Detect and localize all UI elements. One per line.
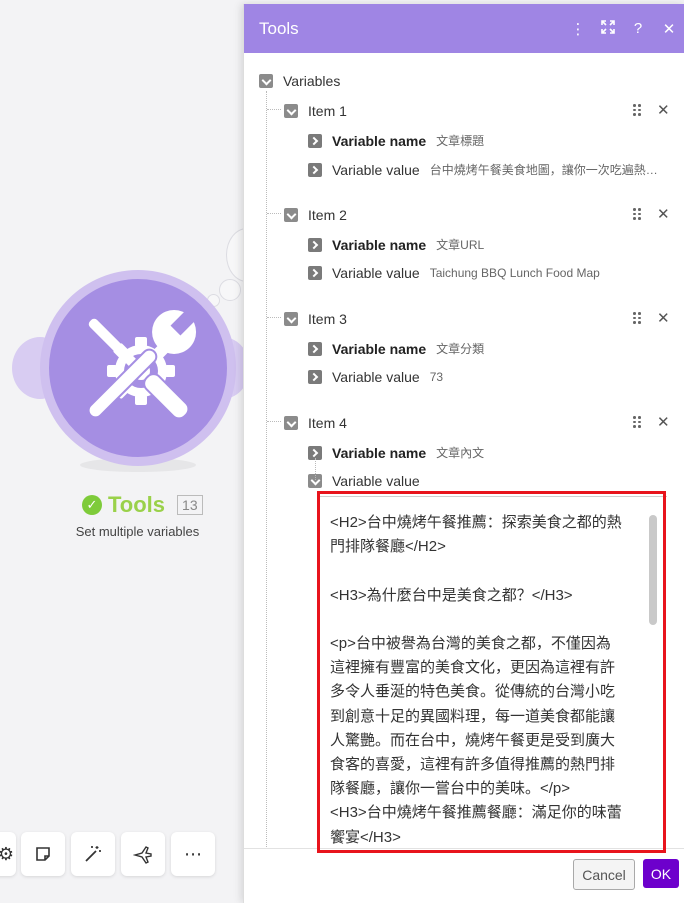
remove-item-icon[interactable]: ✕ (657, 205, 670, 223)
variable-name-label: Variable name (332, 132, 427, 149)
item-2-name-row[interactable]: Variable name 文章URL (308, 236, 678, 253)
expand-icon (308, 162, 322, 177)
module-number-badge: 13 (177, 495, 203, 515)
tree-line (266, 91, 267, 849)
item-4-name-row[interactable]: Variable name 文章內文 (308, 444, 678, 461)
expand-icon[interactable] (593, 19, 623, 38)
explain-flow-button[interactable] (121, 832, 165, 876)
ok-button[interactable]: OK (643, 859, 679, 888)
variable-name-value: 文章標題 (436, 134, 485, 148)
item-1-toggle[interactable]: Item 1 (284, 103, 347, 119)
collapse-icon (284, 208, 298, 222)
check-icon: ✓ (82, 495, 102, 515)
item-label: Item 3 (308, 311, 347, 327)
tools-module-core[interactable] (49, 279, 227, 457)
item-label: Item 2 (308, 207, 347, 223)
remove-item-icon[interactable]: ✕ (657, 413, 670, 431)
module-name: Tools (108, 492, 166, 517)
more-button[interactable]: ⋯ (171, 832, 215, 876)
item-2-toggle[interactable]: Item 2 (284, 207, 347, 223)
variable-value: 73 (429, 370, 444, 384)
remove-item-icon[interactable]: ✕ (657, 101, 670, 119)
magic-wand-icon (85, 846, 101, 862)
item-3-name-row[interactable]: Variable name 文章分類 (308, 340, 678, 357)
note-icon (36, 847, 50, 861)
item-1-value-row[interactable]: Variable value 台中燒烤午餐美食地圖，讓你一次吃遍熱門排隊餐廳 (308, 161, 678, 178)
collapse-icon (284, 416, 298, 430)
item-3-value-row[interactable]: Variable value 73 (308, 369, 678, 385)
settings-icon: ⚙ (0, 843, 15, 864)
highlight-annotation (317, 491, 666, 853)
panel-header: Tools ⋮ ? ✕ (244, 4, 684, 53)
variable-name-label: Variable name (332, 236, 427, 253)
cancel-button[interactable]: Cancel (573, 859, 635, 890)
toolbar-button-partial[interactable]: ⚙ (0, 832, 16, 876)
item-4-toggle[interactable]: Item 4 (284, 415, 347, 431)
tree-branch (267, 421, 281, 422)
variable-value-label: Variable value (332, 473, 420, 489)
thought-bubble-small (219, 279, 241, 301)
drag-handle-icon[interactable] (633, 416, 643, 428)
more-icon: ⋯ (184, 843, 202, 864)
variable-name-label: Variable name (332, 340, 427, 357)
expand-icon (308, 370, 322, 384)
item-1-name-row[interactable]: Variable name 文章標題 (308, 132, 678, 149)
airplane-icon (133, 846, 152, 864)
item-label: Item 4 (308, 415, 347, 431)
kebab-menu-icon[interactable]: ⋮ (563, 20, 593, 38)
variable-value-label: Variable value (332, 161, 420, 178)
variable-name-value: 文章內文 (436, 446, 485, 460)
variable-value: Taichung BBQ Lunch Food Map (429, 266, 600, 280)
variables-label: Variables (283, 73, 341, 89)
panel-title: Tools (259, 18, 299, 38)
auto-align-button[interactable] (71, 832, 115, 876)
collapse-icon (284, 312, 298, 326)
item-2-value-row[interactable]: Variable value Taichung BBQ Lunch Food M… (308, 265, 678, 281)
tree-line (315, 458, 316, 480)
variable-value-label: Variable value (332, 265, 420, 281)
help-icon[interactable]: ? (623, 20, 653, 37)
expand-icon (308, 237, 322, 252)
variable-name-value: 文章分類 (436, 342, 485, 356)
expand-icon (308, 266, 322, 280)
item-label: Item 1 (308, 103, 347, 119)
remove-item-icon[interactable]: ✕ (657, 309, 670, 327)
close-icon[interactable]: ✕ (653, 20, 684, 38)
variable-value: 台中燒烤午餐美食地圖，讓你一次吃遍熱門排隊餐廳 (429, 163, 668, 177)
variable-name-value: 文章URL (436, 238, 485, 252)
variable-name-label: Variable name (332, 444, 427, 461)
tools-icon (87, 309, 197, 420)
item-3-toggle[interactable]: Item 3 (284, 311, 347, 327)
panel-footer: Cancel OK (244, 848, 684, 903)
variables-section-toggle[interactable]: Variables (259, 73, 340, 89)
drag-handle-icon[interactable] (633, 312, 643, 324)
module-title[interactable]: ✓ Tools 13 (82, 492, 203, 518)
expand-icon (308, 133, 322, 148)
tree-branch (267, 109, 281, 110)
item-4-value-row[interactable]: Variable value (308, 473, 678, 489)
notes-button[interactable] (21, 832, 65, 876)
module-description: Set multiple variables (75, 524, 200, 539)
drag-handle-icon[interactable] (633, 104, 643, 116)
tree-branch (267, 317, 281, 318)
expand-icon (308, 341, 322, 356)
variable-value-label: Variable value (332, 369, 420, 385)
collapse-icon (259, 74, 273, 88)
collapse-icon (284, 104, 298, 118)
drag-handle-icon[interactable] (633, 208, 643, 220)
tree-branch (267, 213, 281, 214)
